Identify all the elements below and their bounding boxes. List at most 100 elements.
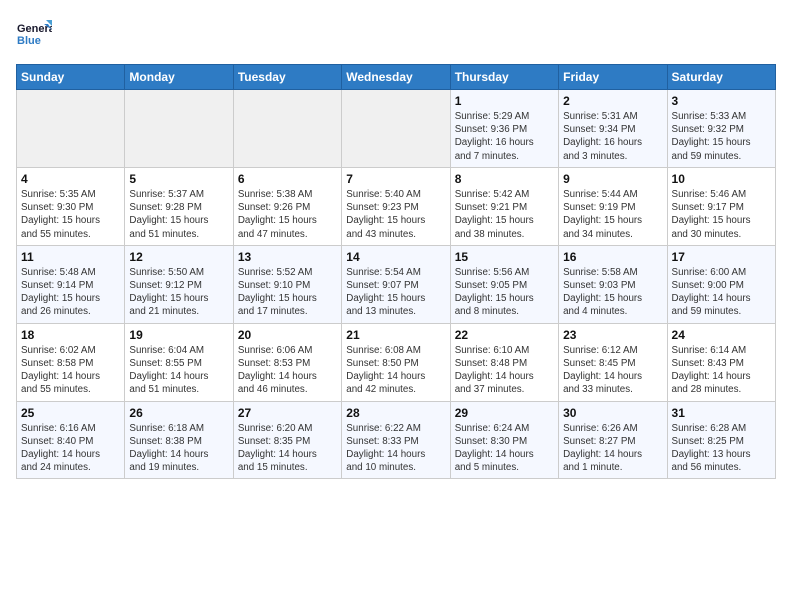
day-info: Sunrise: 5:58 AM Sunset: 9:03 PM Dayligh… [563, 266, 662, 319]
calendar-cell: 16 Sunrise: 5:58 AM Sunset: 9:03 PM Dayli… [559, 245, 667, 323]
calendar-cell: 27 Sunrise: 6:20 AM Sunset: 8:35 PM Dayli… [233, 401, 341, 479]
day-number: 19 [129, 328, 228, 342]
weekday-header-saturday: Saturday [667, 65, 775, 90]
day-number: 1 [455, 94, 554, 108]
day-info: Sunrise: 5:42 AM Sunset: 9:21 PM Dayligh… [455, 188, 554, 241]
calendar-cell: 26 Sunrise: 6:18 AM Sunset: 8:38 PM Dayli… [125, 401, 233, 479]
calendar-table: SundayMondayTuesdayWednesdayThursdayFrid… [16, 64, 776, 479]
day-number: 14 [346, 250, 445, 264]
day-info: Sunrise: 5:38 AM Sunset: 9:26 PM Dayligh… [238, 188, 337, 241]
day-number: 11 [21, 250, 120, 264]
calendar-cell: 7 Sunrise: 5:40 AM Sunset: 9:23 PM Daylig… [342, 167, 450, 245]
day-info: Sunrise: 6:20 AM Sunset: 8:35 PM Dayligh… [238, 422, 337, 475]
calendar-cell: 14Sunrise: 5:54 AM Sunset: 9:07 PM Dayli… [342, 245, 450, 323]
day-number: 31 [672, 406, 771, 420]
day-number: 5 [129, 172, 228, 186]
calendar-header-row: SundayMondayTuesdayWednesdayThursdayFrid… [17, 65, 776, 90]
weekday-header-monday: Monday [125, 65, 233, 90]
day-number: 24 [672, 328, 771, 342]
day-info: Sunrise: 6:12 AM Sunset: 8:45 PM Dayligh… [563, 344, 662, 397]
calendar-week-1: 1 Sunrise: 5:29 AM Sunset: 9:36 PM Daylig… [17, 90, 776, 168]
day-info: Sunrise: 5:29 AM Sunset: 9:36 PM Dayligh… [455, 110, 554, 163]
calendar-cell: 5 Sunrise: 5:37 AM Sunset: 9:28 PM Daylig… [125, 167, 233, 245]
day-number: 3 [672, 94, 771, 108]
day-number: 27 [238, 406, 337, 420]
day-number: 29 [455, 406, 554, 420]
calendar-cell: 30 Sunrise: 6:26 AM Sunset: 8:27 PM Dayli… [559, 401, 667, 479]
calendar-cell: 2Sunrise: 5:31 AM Sunset: 9:34 PM Daylig… [559, 90, 667, 168]
calendar-week-3: 11 Sunrise: 5:48 AM Sunset: 9:14 PM Dayli… [17, 245, 776, 323]
calendar-cell: 22 Sunrise: 6:10 AM Sunset: 8:48 PM Dayli… [450, 323, 558, 401]
weekday-header-friday: Friday [559, 65, 667, 90]
calendar-cell: 6 Sunrise: 5:38 AM Sunset: 9:26 PM Daylig… [233, 167, 341, 245]
calendar-cell: 23 Sunrise: 6:12 AM Sunset: 8:45 PM Dayli… [559, 323, 667, 401]
day-number: 21 [346, 328, 445, 342]
day-number: 25 [21, 406, 120, 420]
day-number: 9 [563, 172, 662, 186]
calendar-cell: 18Sunrise: 6:02 AM Sunset: 8:58 PM Dayli… [17, 323, 125, 401]
day-number: 28 [346, 406, 445, 420]
calendar-cell [233, 90, 341, 168]
calendar-cell: 15Sunrise: 5:56 AM Sunset: 9:05 PM Dayli… [450, 245, 558, 323]
day-number: 7 [346, 172, 445, 186]
day-info: Sunrise: 6:28 AM Sunset: 8:25 PM Dayligh… [672, 422, 771, 475]
day-info: Sunrise: 5:37 AM Sunset: 9:28 PM Dayligh… [129, 188, 228, 241]
calendar-cell [125, 90, 233, 168]
calendar-cell: 9Sunrise: 5:44 AM Sunset: 9:19 PM Daylig… [559, 167, 667, 245]
day-number: 4 [21, 172, 120, 186]
logo-icon: General Blue [16, 16, 52, 52]
weekday-header-tuesday: Tuesday [233, 65, 341, 90]
calendar-cell: 11 Sunrise: 5:48 AM Sunset: 9:14 PM Dayli… [17, 245, 125, 323]
day-number: 6 [238, 172, 337, 186]
day-number: 30 [563, 406, 662, 420]
day-info: Sunrise: 6:06 AM Sunset: 8:53 PM Dayligh… [238, 344, 337, 397]
day-info: Sunrise: 6:22 AM Sunset: 8:33 PM Dayligh… [346, 422, 445, 475]
svg-text:Blue: Blue [17, 35, 41, 47]
day-info: Sunrise: 6:02 AM Sunset: 8:58 PM Dayligh… [21, 344, 120, 397]
day-number: 23 [563, 328, 662, 342]
weekday-header-thursday: Thursday [450, 65, 558, 90]
day-info: Sunrise: 5:50 AM Sunset: 9:12 PM Dayligh… [129, 266, 228, 319]
calendar-cell: 1 Sunrise: 5:29 AM Sunset: 9:36 PM Daylig… [450, 90, 558, 168]
calendar-cell: 29Sunrise: 6:24 AM Sunset: 8:30 PM Dayli… [450, 401, 558, 479]
day-number: 2 [563, 94, 662, 108]
calendar-cell: 10 Sunrise: 5:46 AM Sunset: 9:17 PM Dayli… [667, 167, 775, 245]
day-info: Sunrise: 6:18 AM Sunset: 8:38 PM Dayligh… [129, 422, 228, 475]
day-info: Sunrise: 5:33 AM Sunset: 9:32 PM Dayligh… [672, 110, 771, 163]
day-info: Sunrise: 6:26 AM Sunset: 8:27 PM Dayligh… [563, 422, 662, 475]
calendar-cell: 19 Sunrise: 6:04 AM Sunset: 8:55 PM Dayli… [125, 323, 233, 401]
page-header: General Blue [16, 16, 776, 52]
day-info: Sunrise: 5:48 AM Sunset: 9:14 PM Dayligh… [21, 266, 120, 319]
day-number: 12 [129, 250, 228, 264]
day-info: Sunrise: 6:10 AM Sunset: 8:48 PM Dayligh… [455, 344, 554, 397]
calendar-cell: 8 Sunrise: 5:42 AM Sunset: 9:21 PM Daylig… [450, 167, 558, 245]
calendar-cell: 20 Sunrise: 6:06 AM Sunset: 8:53 PM Dayli… [233, 323, 341, 401]
weekday-header-wednesday: Wednesday [342, 65, 450, 90]
calendar-cell [17, 90, 125, 168]
day-info: Sunrise: 5:52 AM Sunset: 9:10 PM Dayligh… [238, 266, 337, 319]
calendar-cell: 31 Sunrise: 6:28 AM Sunset: 8:25 PM Dayli… [667, 401, 775, 479]
calendar-cell: 28 Sunrise: 6:22 AM Sunset: 8:33 PM Dayli… [342, 401, 450, 479]
calendar-cell: 17Sunrise: 6:00 AM Sunset: 9:00 PM Dayli… [667, 245, 775, 323]
calendar-week-5: 25Sunrise: 6:16 AM Sunset: 8:40 PM Dayli… [17, 401, 776, 479]
day-number: 15 [455, 250, 554, 264]
day-number: 22 [455, 328, 554, 342]
calendar-cell: 21Sunrise: 6:08 AM Sunset: 8:50 PM Dayli… [342, 323, 450, 401]
day-info: Sunrise: 5:46 AM Sunset: 9:17 PM Dayligh… [672, 188, 771, 241]
day-info: Sunrise: 6:00 AM Sunset: 9:00 PM Dayligh… [672, 266, 771, 319]
weekday-header-sunday: Sunday [17, 65, 125, 90]
day-info: Sunrise: 6:04 AM Sunset: 8:55 PM Dayligh… [129, 344, 228, 397]
calendar-cell: 25Sunrise: 6:16 AM Sunset: 8:40 PM Dayli… [17, 401, 125, 479]
calendar-cell [342, 90, 450, 168]
logo: General Blue [16, 16, 52, 52]
day-info: Sunrise: 5:40 AM Sunset: 9:23 PM Dayligh… [346, 188, 445, 241]
calendar-cell: 3 Sunrise: 5:33 AM Sunset: 9:32 PM Daylig… [667, 90, 775, 168]
day-number: 10 [672, 172, 771, 186]
day-number: 16 [563, 250, 662, 264]
day-number: 8 [455, 172, 554, 186]
calendar-week-2: 4Sunrise: 5:35 AM Sunset: 9:30 PM Daylig… [17, 167, 776, 245]
day-number: 13 [238, 250, 337, 264]
calendar-cell: 24Sunrise: 6:14 AM Sunset: 8:43 PM Dayli… [667, 323, 775, 401]
day-number: 20 [238, 328, 337, 342]
day-number: 26 [129, 406, 228, 420]
